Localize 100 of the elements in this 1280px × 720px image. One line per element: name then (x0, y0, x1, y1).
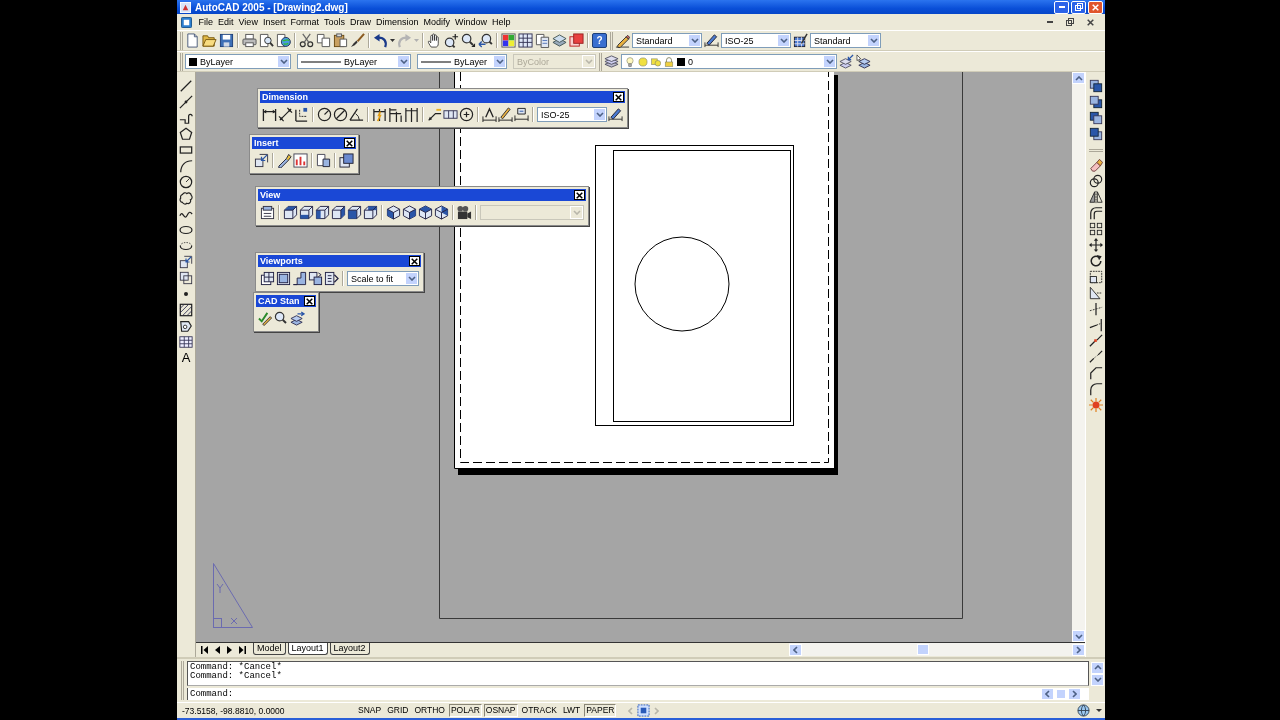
stacked-pages-icon[interactable] (535, 33, 550, 48)
dimension-style-dropdown[interactable]: ISO-25 (537, 107, 607, 122)
radius-dimension-icon[interactable] (317, 107, 332, 122)
dimension-pencil-icon[interactable] (608, 107, 623, 122)
menu-item[interactable]: View (236, 17, 261, 27)
continue-dimension-icon[interactable] (404, 107, 419, 122)
diameter-dimension-icon[interactable] (333, 107, 348, 122)
offset-curves-icon[interactable] (1088, 206, 1103, 220)
magnifier-icon[interactable] (274, 311, 289, 326)
rectangle-icon[interactable] (179, 143, 193, 157)
status-toggle[interactable]: SNAP (356, 704, 384, 717)
lineweight-dropdown[interactable]: ByLayer (417, 54, 507, 69)
isometric-cube-icon[interactable] (418, 205, 433, 220)
properties-grid-icon[interactable] (501, 33, 516, 48)
scroll-up-button[interactable] (1072, 72, 1085, 84)
toolbar-title-bar[interactable]: CAD Stan (256, 295, 316, 307)
eraser-icon[interactable] (1088, 158, 1103, 172)
dimension-edit-icon[interactable] (482, 107, 497, 122)
pen-tool-icon[interactable] (277, 153, 292, 168)
menu-item[interactable]: File (196, 17, 216, 27)
status-toggle[interactable]: POLAR (448, 704, 482, 717)
trim-icon[interactable] (1088, 302, 1103, 316)
help-button[interactable]: ? (592, 33, 607, 48)
status-toggle[interactable]: OSNAP (483, 704, 518, 717)
dimension-style-dropdown[interactable]: ISO-25 (721, 33, 791, 48)
right-triangle-icon[interactable] (227, 646, 232, 654)
undo-arrow-icon[interactable] (373, 33, 388, 48)
scale-squares-icon[interactable] (1088, 270, 1103, 284)
viewport-icon[interactable] (637, 704, 651, 717)
layers-icon[interactable] (604, 54, 619, 69)
toolbar-title-bar[interactable]: Insert (252, 137, 356, 149)
make-block-icon[interactable] (179, 271, 193, 285)
cloud-icon[interactable] (179, 191, 193, 205)
layout-tab[interactable]: Layout2 (329, 643, 370, 655)
checkmark-pencil-icon[interactable] (258, 311, 273, 326)
scroll-left-button[interactable] (1041, 688, 1054, 700)
drawing-canvas[interactable] (196, 72, 1072, 642)
viewport-scale-dropdown[interactable]: Scale to fit (347, 271, 419, 286)
scroll-down-button[interactable] (1072, 630, 1085, 642)
angle-dimension-icon[interactable] (349, 107, 364, 122)
two-circles-icon[interactable] (1088, 174, 1103, 188)
menu-item[interactable]: Help (489, 17, 514, 27)
polygonal-viewport-icon[interactable] (292, 271, 307, 286)
menu-item[interactable]: Tools (321, 17, 348, 27)
close-button[interactable] (303, 296, 315, 306)
tolerance-frame-icon[interactable] (443, 107, 458, 122)
caret-icon[interactable] (1096, 709, 1102, 712)
polyline-icon[interactable] (179, 111, 193, 125)
restore-icon[interactable] (1066, 18, 1074, 26)
hatch-icon[interactable] (179, 303, 193, 317)
layers-arrow-icon[interactable] (839, 54, 854, 69)
line-icon[interactable] (179, 79, 193, 93)
pentagon-icon[interactable] (179, 127, 193, 141)
line-point-icon[interactable] (179, 95, 193, 109)
dimension-pencil-icon[interactable] (498, 107, 513, 122)
layout-tab[interactable]: Layout1 (287, 643, 328, 655)
clipboard-icon[interactable] (333, 33, 348, 48)
close-button[interactable] (613, 92, 624, 102)
leader-icon[interactable] (427, 107, 442, 122)
extend-icon[interactable] (1088, 318, 1103, 332)
toolbar-title-bar[interactable]: Dimension (260, 91, 625, 103)
close-icon[interactable] (1087, 18, 1094, 26)
quick-dimension-icon[interactable] (372, 107, 387, 122)
region-icon[interactable] (179, 319, 193, 333)
aligned-dimension-icon[interactable] (278, 107, 293, 122)
menu-item[interactable]: Modify (421, 17, 453, 27)
scroll-thumb[interactable] (917, 644, 929, 655)
table-icon[interactable] (179, 335, 193, 349)
pencil-icon[interactable] (615, 33, 630, 48)
folder-icon[interactable] (202, 33, 217, 48)
grid-squares-icon[interactable] (1088, 222, 1103, 236)
menu-item[interactable]: Window (452, 17, 490, 27)
cube-icon[interactable] (299, 205, 314, 220)
layout-tab[interactable]: Model (253, 643, 286, 655)
rounded-corner-icon[interactable] (1088, 382, 1103, 396)
break-line-icon[interactable] (1088, 350, 1103, 364)
toolbar-title-bar[interactable]: Viewports (258, 255, 421, 267)
markup-sheets-icon[interactable] (569, 33, 584, 48)
text-style-dropdown[interactable]: Standard (632, 33, 702, 48)
stacked-squares-icon[interactable] (1088, 95, 1103, 109)
scroll-left-button[interactable] (789, 643, 802, 656)
menu-item[interactable]: Draw (347, 17, 374, 27)
scroll-right-button[interactable] (1072, 643, 1085, 656)
convert-viewport-icon[interactable] (308, 271, 323, 286)
cube-icon[interactable] (363, 205, 378, 220)
layer-dropdown[interactable]: 0 (621, 54, 837, 69)
raster-image-icon[interactable] (293, 153, 308, 168)
status-toggle[interactable]: OTRACK (519, 704, 559, 717)
first-arrow-icon[interactable] (201, 646, 208, 654)
layers-cursor-icon[interactable] (856, 54, 871, 69)
close-button[interactable] (574, 190, 585, 200)
rotate-arrow-icon[interactable] (1088, 254, 1103, 268)
ole-object-icon[interactable] (339, 153, 354, 168)
views-window-icon[interactable] (260, 205, 275, 220)
page-magnifier-icon[interactable] (259, 33, 274, 48)
ellipse-arc-icon[interactable] (179, 239, 193, 253)
status-toggle[interactable]: PAPER (584, 704, 617, 717)
menu-item[interactable]: Dimension (373, 17, 421, 27)
status-toggle[interactable]: GRID (385, 704, 411, 717)
toolbar-title-bar[interactable]: View (258, 189, 586, 201)
